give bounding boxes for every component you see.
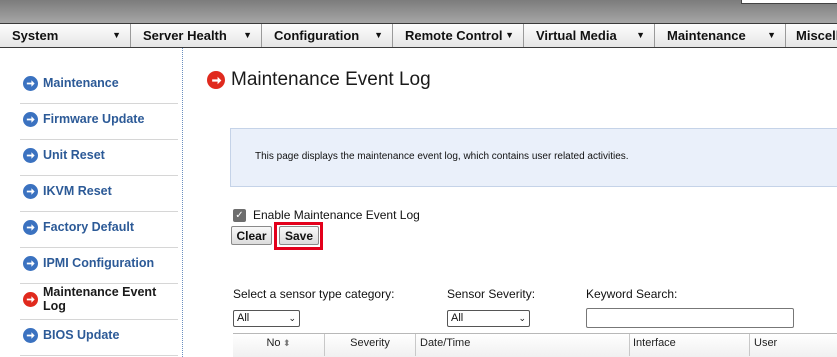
menu-label: Miscell	[796, 28, 837, 43]
column-severity[interactable]: Severity	[324, 334, 415, 356]
menu-remote-control[interactable]: Remote Control ▼	[393, 24, 524, 47]
menu-server-health[interactable]: Server Health ▼	[131, 24, 262, 47]
page-title: Maintenance Event Log	[207, 69, 431, 91]
sidebar-item-label: BIOS Update	[43, 328, 120, 342]
category-select-value: All	[237, 312, 250, 324]
column-label: Date/Time	[420, 337, 471, 349]
menu-label: Server Health	[143, 28, 227, 43]
top-banner	[0, 0, 837, 23]
column-no[interactable]: No ⬍	[233, 334, 324, 356]
sidebar-item-maintenance-event-log[interactable]: Maintenance Event Log	[0, 281, 178, 317]
page-title-text: Maintenance Event Log	[231, 69, 431, 90]
menu-configuration[interactable]: Configuration ▼	[262, 24, 393, 47]
main-menu-bar: System ▼ Server Health ▼ Configuration ▼ Re…	[0, 23, 837, 48]
sidebar-item-ipmi-configuration[interactable]: IPMI Configuration	[0, 245, 178, 281]
sidebar-item-label: Maintenance Event Log	[43, 285, 157, 313]
sidebar-item-label: IKVM Reset	[43, 184, 112, 198]
chevron-down-icon: ⌄	[518, 313, 526, 323]
sidebar-divider	[20, 355, 178, 356]
column-label: Severity	[350, 337, 390, 349]
sidebar-item-unit-reset[interactable]: Unit Reset	[0, 137, 178, 173]
category-select[interactable]: All ⌄	[233, 310, 300, 327]
column-date-time[interactable]: Date/Time	[415, 334, 629, 356]
chevron-down-icon: ▼	[374, 30, 383, 40]
sidebar-item-ikvm-reset[interactable]: IKVM Reset	[0, 173, 178, 209]
keyword-label: Keyword Search:	[586, 287, 678, 301]
sort-icon: ⬍	[280, 338, 291, 348]
sidebar: Maintenance Firmware Update Unit Reset I…	[0, 48, 183, 357]
chevron-down-icon: ▼	[243, 30, 252, 40]
menu-label: Remote Control	[405, 28, 503, 43]
enable-log-checkbox[interactable]: ✓	[233, 208, 246, 222]
column-label: User	[754, 337, 778, 349]
column-user[interactable]: User	[749, 334, 837, 356]
sidebar-item-firmware-update[interactable]: Firmware Update	[0, 101, 178, 137]
menu-label: System	[12, 28, 59, 43]
sidebar-item-bios-update[interactable]: BIOS Update	[0, 317, 178, 353]
arrow-right-icon	[23, 183, 38, 199]
chevron-down-icon: ▼	[767, 30, 776, 40]
sidebar-item-label: Unit Reset	[43, 148, 105, 162]
chevron-down-icon: ▼	[112, 30, 121, 40]
menu-maintenance[interactable]: Maintenance ▼	[655, 24, 786, 47]
sidebar-item-label: Maintenance	[43, 76, 119, 90]
enable-log-row: ✓ Enable Maintenance Event Log	[233, 208, 420, 222]
menu-label: Configuration	[274, 28, 360, 43]
severity-label: Sensor Severity:	[447, 287, 536, 301]
keyword-search-input[interactable]	[586, 308, 794, 328]
sidebar-item-label: Factory Default	[43, 220, 134, 234]
sidebar-item-label: IPMI Configuration	[43, 256, 155, 270]
arrow-right-icon	[23, 75, 38, 91]
chevron-down-icon: ▼	[505, 30, 514, 40]
banner-notch	[741, 0, 837, 4]
column-label: Interface	[633, 337, 676, 349]
menu-miscellaneous[interactable]: Miscell	[786, 24, 837, 47]
menu-virtual-media[interactable]: Virtual Media ▼	[524, 24, 655, 47]
clear-button[interactable]: Clear	[231, 226, 272, 245]
arrow-right-icon	[23, 327, 38, 343]
menu-label: Virtual Media	[536, 28, 617, 43]
arrow-right-icon	[23, 147, 38, 163]
severity-select[interactable]: All ⌄	[447, 310, 530, 327]
column-interface[interactable]: Interface	[629, 334, 749, 356]
severity-select-value: All	[451, 312, 464, 324]
info-text: This page displays the maintenance event…	[255, 151, 629, 162]
event-log-table-header: No ⬍ Severity Date/Time Interface User	[233, 333, 837, 357]
column-label: No	[266, 337, 281, 349]
save-highlight-box	[274, 222, 323, 250]
menu-label: Maintenance	[667, 28, 746, 43]
arrow-right-icon	[23, 219, 38, 235]
arrow-right-icon	[23, 111, 38, 127]
chevron-down-icon: ⌄	[288, 313, 296, 323]
sidebar-item-factory-default[interactable]: Factory Default	[0, 209, 178, 245]
arrow-right-icon	[23, 291, 38, 307]
info-panel: This page displays the maintenance event…	[230, 128, 837, 187]
chevron-down-icon: ▼	[636, 30, 645, 40]
sidebar-item-maintenance[interactable]: Maintenance	[0, 65, 178, 101]
enable-log-label: Enable Maintenance Event Log	[253, 208, 420, 222]
category-label: Select a sensor type category:	[233, 287, 395, 301]
menu-system[interactable]: System ▼	[0, 24, 131, 47]
arrow-right-icon	[207, 71, 225, 89]
arrow-right-icon	[23, 255, 38, 271]
sidebar-item-label: Firmware Update	[43, 112, 145, 126]
